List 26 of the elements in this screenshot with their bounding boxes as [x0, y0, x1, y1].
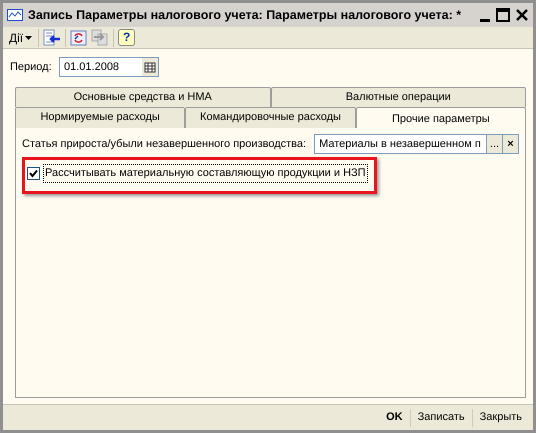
checkbox-label[interactable]: Рассчитывать материальную составляющую продукции и НЗП	[43, 164, 368, 182]
dialog-button[interactable]: Закрыть	[472, 409, 529, 426]
item-field[interactable]: Материалы в незавершенном п	[314, 134, 487, 154]
tab[interactable]: Командировочные расходы	[185, 106, 356, 128]
checkbox[interactable]	[27, 166, 40, 180]
period-label: Период:	[10, 60, 53, 75]
caret-icon[interactable]	[25, 36, 32, 40]
maximize-icon[interactable]	[496, 8, 510, 22]
dialog-button[interactable]: Записать	[410, 409, 472, 426]
tab[interactable]: Нормируемые расходы	[15, 106, 186, 128]
tab[interactable]: Основные средства и НМА	[15, 87, 270, 106]
actions-menu[interactable]: Дії	[7, 28, 34, 46]
clear-button[interactable]: ×	[503, 134, 519, 154]
window-title: Запись Параметры налогового учета: Параметры налогового учета: *	[28, 6, 462, 24]
date-field[interactable]: 01.01.2008	[59, 57, 159, 77]
help-button[interactable]: ?	[118, 29, 136, 46]
select-button[interactable]: ...	[487, 134, 503, 154]
window-icon	[7, 9, 23, 21]
tab[interactable]: Прочие параметры	[356, 106, 526, 128]
close-icon[interactable]	[515, 8, 529, 22]
document-arrow-icon[interactable]	[43, 29, 62, 46]
tab[interactable]: Валютные операции	[270, 87, 526, 106]
dialog-button[interactable]: OK	[379, 409, 410, 426]
field-label: Статья прироста/убыли незавершенного производства:	[22, 136, 306, 152]
refresh-icon[interactable]	[70, 30, 88, 46]
calendar-icon[interactable]	[142, 58, 158, 76]
